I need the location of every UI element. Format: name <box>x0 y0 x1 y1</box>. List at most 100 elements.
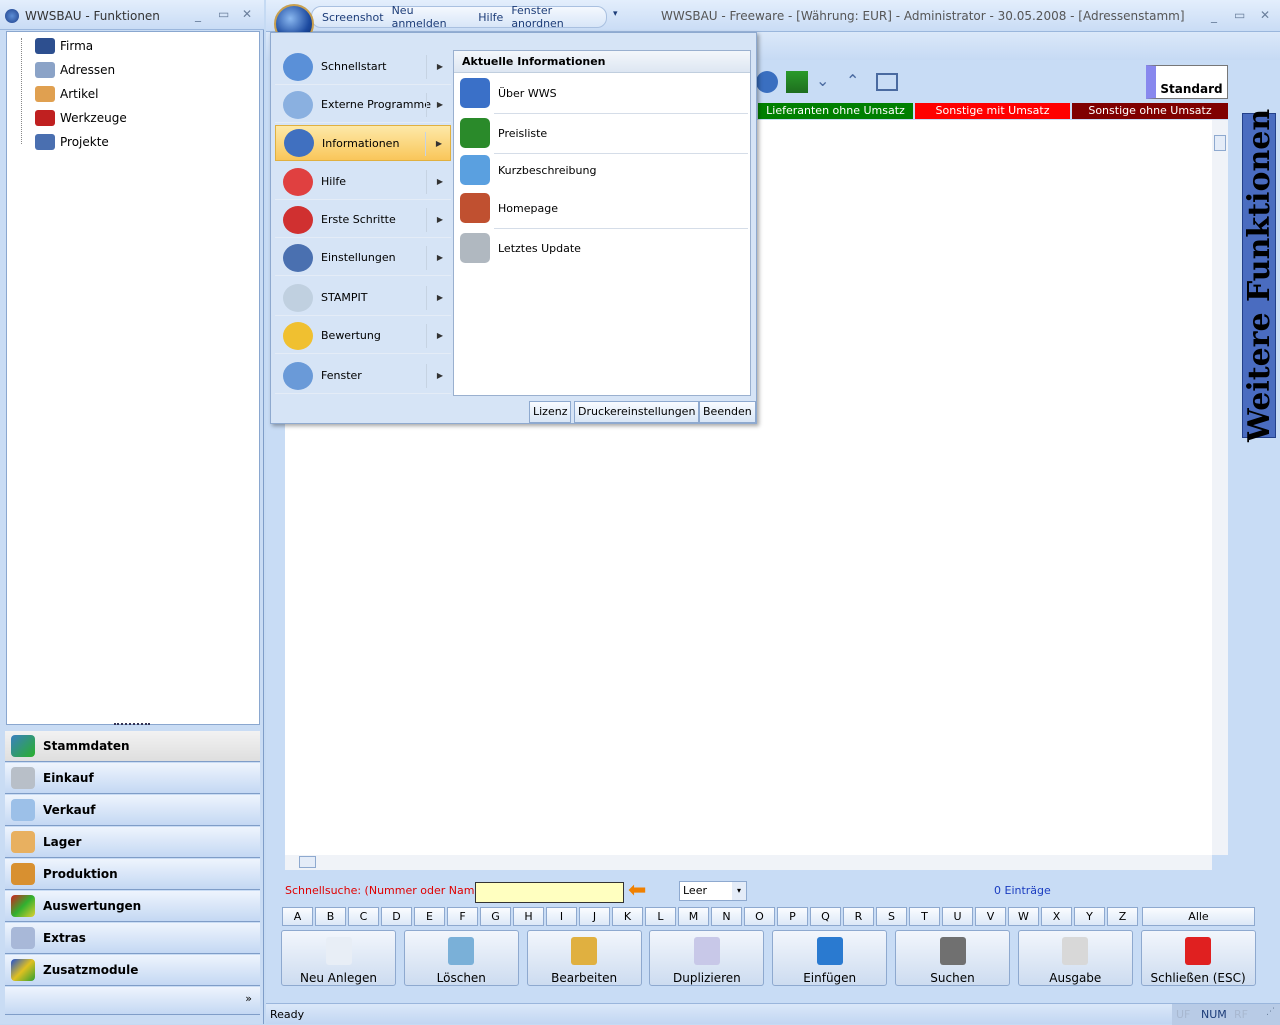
filter-select[interactable]: Leer ▾ <box>679 881 747 901</box>
menu-item-erste-schritte[interactable]: Erste Schritte ▶ <box>275 202 451 238</box>
menu-item-externe-programme[interactable]: Externe Programme ▶ <box>275 87 451 123</box>
scroll-thumb[interactable] <box>299 856 316 868</box>
maximize-button[interactable]: ▭ <box>1234 8 1245 22</box>
qa-fenster-anordnen[interactable]: Fenster anordnen <box>511 4 606 30</box>
letter-button-d[interactable]: D <box>381 907 412 926</box>
resize-grip-icon[interactable]: ⋰ <box>1266 1007 1275 1017</box>
letter-button-c[interactable]: C <box>348 907 379 926</box>
tree-item-firma[interactable]: Firma <box>35 36 93 56</box>
submenu-item-0[interactable]: Über WWS <box>460 75 557 111</box>
menu-item-hilfe[interactable]: Hilfe ▶ <box>275 164 451 200</box>
projects-icon <box>35 134 55 150</box>
letter-button-h[interactable]: H <box>513 907 544 926</box>
nav-more-button[interactable]: » <box>245 992 252 1005</box>
lizenz-button[interactable]: Lizenz <box>529 401 572 423</box>
letter-button-v[interactable]: V <box>975 907 1006 926</box>
qa-neu-anmelden[interactable]: Neu anmelden <box>392 4 471 30</box>
horizontal-scrollbar[interactable] <box>285 855 1212 870</box>
search-button[interactable]: Suchen <box>895 930 1010 986</box>
nav-auswertungen[interactable]: Auswertungen <box>5 891 260 922</box>
qa-dropdown-icon[interactable]: ▾ <box>613 9 618 19</box>
letter-button-g[interactable]: G <box>480 907 511 926</box>
output-button[interactable]: Ausgabe <box>1017 930 1133 986</box>
letter-button-o[interactable]: O <box>744 907 775 926</box>
new-button[interactable]: Neu Anlegen <box>281 930 396 986</box>
minimize-button[interactable]: _ <box>195 8 201 22</box>
close-button[interactable]: Schließen (ESC) <box>1140 930 1256 986</box>
tree-item-projekte[interactable]: Projekte <box>35 132 109 152</box>
menu-item-schnellstart[interactable]: Schnellstart ▶ <box>275 49 451 85</box>
submenu-item-1[interactable]: Preisliste <box>460 115 547 151</box>
tree-item-artikel[interactable]: Artikel <box>35 84 98 104</box>
refresh-icon[interactable] <box>756 71 778 93</box>
letter-button-a[interactable]: A <box>282 907 313 926</box>
qa-hilfe[interactable]: Hilfe <box>478 11 503 24</box>
nav-verkauf[interactable]: Verkauf <box>5 795 260 826</box>
close-button[interactable]: ✕ <box>1260 8 1270 22</box>
letter-button-y[interactable]: Y <box>1074 907 1105 926</box>
letter-button-l[interactable]: L <box>645 907 676 926</box>
tree-item-werkzeuge[interactable]: Werkzeuge <box>35 108 127 128</box>
letter-button-p[interactable]: P <box>777 907 808 926</box>
letter-button-s[interactable]: S <box>876 907 907 926</box>
menu-item-einstellungen[interactable]: Einstellungen ▶ <box>275 240 451 276</box>
expand-all-icon[interactable]: ⌄ <box>816 71 838 93</box>
nav-extras[interactable]: Extras <box>5 923 260 954</box>
menu-item-informationen[interactable]: Informationen ▶ <box>275 125 451 161</box>
submenu-item-2[interactable]: Kurzbeschreibung <box>460 152 596 188</box>
fit-icon[interactable] <box>876 73 898 91</box>
letter-button-r[interactable]: R <box>843 907 874 926</box>
letter-button-z[interactable]: Z <box>1107 907 1138 926</box>
sort-down-icon[interactable] <box>786 71 808 93</box>
delete-button[interactable]: Löschen <box>403 930 519 986</box>
duplicate-button[interactable]: Duplizieren <box>649 930 765 986</box>
menu-item-bewertung[interactable]: Bewertung ▶ <box>275 318 451 354</box>
nav-einkauf[interactable]: Einkauf <box>5 763 260 794</box>
close-button[interactable]: ✕ <box>242 7 252 21</box>
letter-all-button[interactable]: Alle <box>1142 907 1255 926</box>
beenden-button[interactable]: Beenden <box>699 401 756 423</box>
letter-button-e[interactable]: E <box>414 907 445 926</box>
letter-button-x[interactable]: X <box>1041 907 1072 926</box>
quick-search-input[interactable] <box>475 882 624 903</box>
letter-button-b[interactable]: B <box>315 907 346 926</box>
letter-button-q[interactable]: Q <box>810 907 841 926</box>
letter-button-u[interactable]: U <box>942 907 973 926</box>
nav-lager[interactable]: Lager <box>5 827 260 858</box>
qa-screenshot[interactable]: Screenshot <box>322 11 384 24</box>
letter-button-i[interactable]: I <box>546 907 577 926</box>
collapse-all-icon[interactable]: ⌃ <box>846 71 868 93</box>
extras-icon <box>11 927 35 949</box>
letter-button-w[interactable]: W <box>1008 907 1039 926</box>
maximize-button[interactable]: ▭ <box>218 7 229 21</box>
edit-button[interactable]: Bearbeiten <box>526 930 642 986</box>
side-panel-tab[interactable]: Weitere Funktionen <box>1242 109 1277 442</box>
tab-sonstige-mit-umsatz[interactable]: Sonstige mit Umsatz <box>915 103 1070 119</box>
nav-produktion[interactable]: Produktion <box>5 859 260 890</box>
scroll-thumb[interactable] <box>1214 135 1226 151</box>
letter-button-n[interactable]: N <box>711 907 742 926</box>
menu-item-stampit[interactable]: STAMPIT ▶ <box>275 280 451 316</box>
letter-button-k[interactable]: K <box>612 907 643 926</box>
chevron-down-icon[interactable]: ▾ <box>732 882 746 900</box>
vertical-scrollbar[interactable] <box>1212 120 1228 855</box>
submenu-item-3[interactable]: Homepage <box>460 190 558 226</box>
letter-button-t[interactable]: T <box>909 907 940 926</box>
standard-button[interactable]: Standard <box>1146 65 1228 99</box>
nav-zusatzmodule[interactable]: Zusatzmodule <box>5 955 260 986</box>
tab-lieferanten-ohne-umsatz[interactable]: Lieferanten ohne Umsatz <box>758 103 913 119</box>
menu-item-icon <box>283 361 313 390</box>
menu-item-fenster[interactable]: Fenster ▶ <box>275 358 451 394</box>
letter-button-j[interactable]: J <box>579 907 610 926</box>
tree-item-adressen[interactable]: Adressen <box>35 60 115 80</box>
druckereinstellungen-button[interactable]: Druckereinstellungen <box>574 401 700 423</box>
tab-sonstige-ohne-umsatz[interactable]: Sonstige ohne Umsatz <box>1072 103 1228 119</box>
nav-stammdaten[interactable]: Stammdaten <box>5 731 260 762</box>
submenu-item-4[interactable]: Letztes Update <box>460 230 581 266</box>
menu-item-label: Schnellstart <box>321 60 387 73</box>
minimize-button[interactable]: _ <box>1211 9 1217 23</box>
splitter-handle[interactable] <box>114 723 150 725</box>
insert-button[interactable]: Einfügen <box>772 930 888 986</box>
letter-button-f[interactable]: F <box>447 907 478 926</box>
letter-button-m[interactable]: M <box>678 907 709 926</box>
